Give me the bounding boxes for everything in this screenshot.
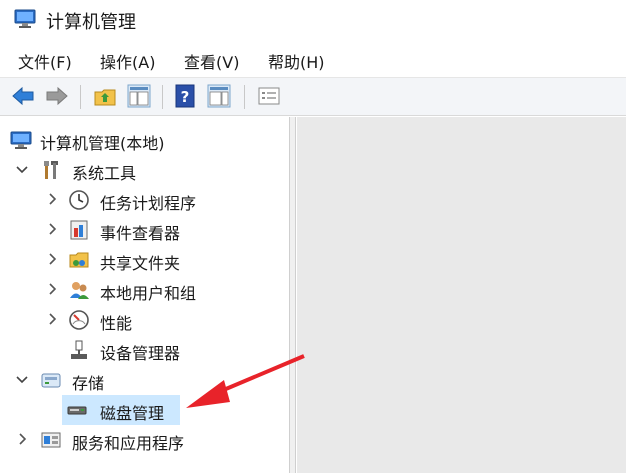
shared-folder-icon (69, 252, 89, 268)
tree-item-performance[interactable]: 性能 (0, 305, 288, 335)
chevron-right-icon[interactable] (44, 280, 60, 298)
tree-item-task-scheduler[interactable]: 任务计划程序 (0, 185, 288, 215)
menu-help[interactable]: 帮助(H) (268, 49, 325, 73)
window-title: 计算机管理 (46, 12, 136, 33)
console-tree-pane[interactable]: 计算机管理(本地) 系统工具 任务计划程序 事件查看器 共享文件夹 本地用户和组… (0, 117, 290, 473)
tree-label: 磁盘管理 (100, 404, 165, 423)
performance-icon (69, 310, 89, 330)
show-hide-console-tree-icon[interactable] (126, 83, 152, 109)
help-icon[interactable]: ? (172, 83, 198, 109)
chevron-right-icon[interactable] (14, 430, 30, 448)
toolbar-separator (244, 85, 245, 109)
chevron-right-icon[interactable] (44, 310, 60, 328)
services-icon (41, 432, 61, 448)
tree-item-services-applications[interactable]: 服务和应用程序 (0, 425, 288, 455)
tree-label: 性能 (100, 314, 133, 333)
tree-label: 本地用户和组 (100, 284, 197, 303)
chevron-right-icon[interactable] (44, 190, 60, 208)
event-viewer-icon (70, 220, 88, 240)
tree-item-device-manager[interactable]: 设备管理器 (0, 335, 288, 365)
tree-label: 存储 (72, 374, 105, 393)
toolbar-separator (80, 85, 81, 109)
tree-label: 服务和应用程序 (72, 434, 185, 453)
tools-icon (44, 161, 58, 179)
tree-label: 任务计划程序 (100, 194, 197, 213)
pane-splitter[interactable] (290, 117, 296, 473)
chevron-right-icon[interactable] (44, 250, 60, 268)
forward-arrow-icon[interactable] (44, 83, 70, 109)
menu-action[interactable]: 操作(A) (100, 49, 155, 73)
toolbar-separator (162, 85, 163, 109)
tree-label: 计算机管理(本地) (40, 134, 165, 153)
properties-icon[interactable] (256, 83, 282, 109)
tree-label: 系统工具 (72, 164, 137, 183)
computer-management-icon (10, 131, 32, 149)
title-bar: 计算机管理 (0, 0, 626, 40)
tree-item-disk-management[interactable]: 磁盘管理 (0, 395, 288, 425)
back-arrow-icon[interactable] (10, 83, 36, 109)
tree-item-storage[interactable]: 存储 (0, 365, 288, 395)
tree-item-root[interactable]: 计算机管理(本地) (0, 125, 288, 155)
menu-view[interactable]: 查看(V) (184, 49, 239, 73)
result-pane[interactable] (297, 117, 626, 473)
device-manager-icon (71, 340, 87, 359)
chevron-right-icon[interactable] (44, 220, 60, 238)
tree-label: 共享文件夹 (100, 254, 181, 273)
up-folder-icon[interactable] (92, 83, 118, 109)
menu-file[interactable]: 文件(F) (18, 49, 72, 73)
tree-item-event-viewer[interactable]: 事件查看器 (0, 215, 288, 245)
chevron-down-icon[interactable] (14, 160, 30, 178)
tree-label: 事件查看器 (100, 224, 181, 243)
tree-item-local-users-groups[interactable]: 本地用户和组 (0, 275, 288, 305)
chevron-down-icon[interactable] (14, 370, 30, 388)
svg-text:?: ? (181, 88, 190, 106)
computer-management-icon (14, 9, 36, 28)
menu-bar: 文件(F) 操作(A) 查看(V) 帮助(H) (0, 40, 626, 78)
storage-icon (41, 373, 61, 388)
clock-icon (69, 190, 89, 210)
tree-label: 设备管理器 (100, 344, 181, 363)
disk-icon (67, 406, 87, 415)
tree-item-system-tools[interactable]: 系统工具 (0, 155, 288, 185)
tree-item-shared-folders[interactable]: 共享文件夹 (0, 245, 288, 275)
toolbar: ? (0, 78, 626, 116)
show-hide-action-pane-icon[interactable] (206, 83, 232, 109)
users-icon (70, 282, 89, 299)
